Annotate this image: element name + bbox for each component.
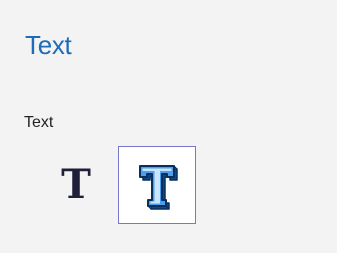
text-panel: Text Text T bbox=[0, 0, 337, 253]
panel-title: Text bbox=[25, 30, 72, 60]
3d-text-icon bbox=[134, 160, 180, 210]
3d-text-style-button[interactable] bbox=[118, 146, 196, 224]
plain-text-icon: T bbox=[61, 161, 91, 208]
text-section-label: Text bbox=[24, 114, 54, 131]
plain-text-style-button[interactable]: T bbox=[37, 146, 115, 224]
